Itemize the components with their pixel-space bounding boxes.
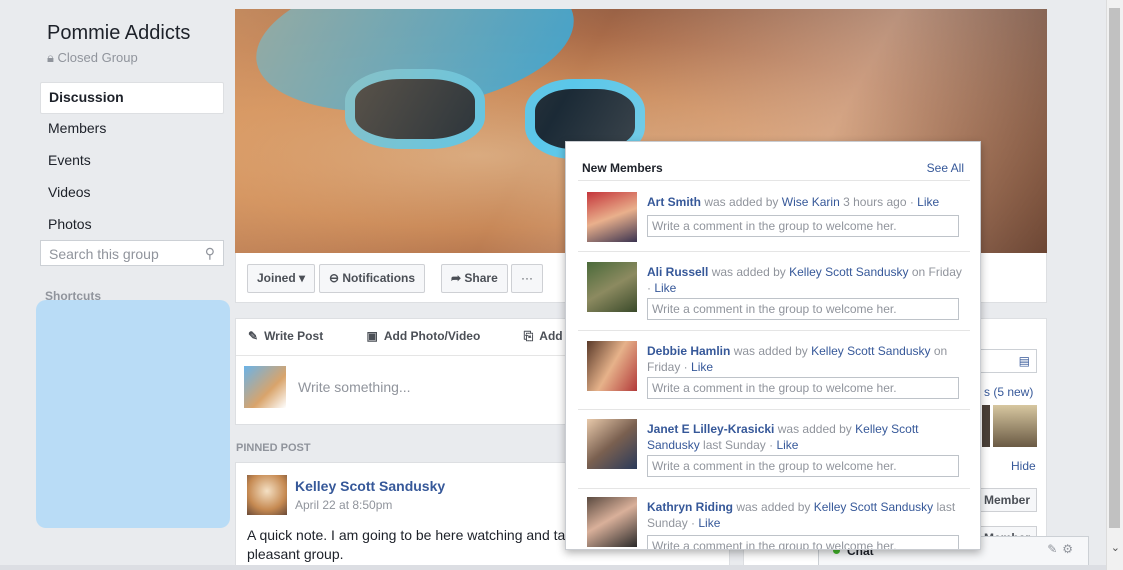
composer-input[interactable]: Write something... [298,379,411,395]
added-by-name[interactable]: Kelley Scott Sandusky [811,344,930,358]
avatar[interactable] [587,192,637,242]
divider [578,409,970,410]
like-link[interactable]: Like [654,281,676,295]
scrollbar[interactable]: ⌄ [1106,0,1123,570]
message-icon: ▤ [1018,354,1030,368]
lock-icon: 🔒︎ [47,50,58,65]
write-post-label: Write Post [264,329,324,343]
new-members-count[interactable]: s (5 new) [984,385,1033,399]
was-added-by: was added by [733,344,808,358]
share-button[interactable]: ➦ Share [441,264,508,293]
member-when: 3 hours ago [843,195,907,209]
notifications-button[interactable]: ⊖ Notifications [319,264,426,293]
welcome-comment-input[interactable]: Write a comment in the group to welcome … [647,298,959,320]
more-button[interactable]: ··· [511,264,543,293]
write-post-tab[interactable]: ✎ Write Post [248,329,343,343]
member-when: on Friday [911,265,962,279]
share-label: Share [464,271,498,285]
member-name[interactable]: Ali Russell [647,265,708,279]
member-when: last Sunday [703,438,766,452]
welcome-comment-input[interactable]: Write a comment in the group to welcome … [647,535,959,549]
nav-members[interactable]: Members [40,114,224,146]
top-strip [0,0,1123,9]
group-title[interactable]: Pommie Addicts [47,22,190,45]
divider [578,251,970,252]
was-added-by: was added by [777,422,852,436]
welcome-comment-input[interactable]: Write a comment in the group to welcome … [647,455,959,477]
pinned-post-label: PINNED POST [236,442,311,454]
member-thumb[interactable] [993,405,1037,447]
member-text: Kathryn Riding was added by Kelley Scott… [647,500,956,530]
like-link[interactable]: Like [917,195,939,209]
joined-button[interactable]: Joined ▾ [247,264,316,293]
member-text: Janet E Lilley-Krasicki was added by Kel… [647,422,919,452]
nav-videos[interactable]: Videos [40,178,224,210]
redacted-shortcuts [36,300,230,528]
hide-link[interactable]: Hide [1011,459,1036,473]
was-added-by: was added by [704,195,779,209]
was-added-by: was added by [711,265,786,279]
scroll-thumb[interactable] [1109,8,1120,528]
was-added-by: was added by [736,500,811,514]
added-by-name[interactable]: Wise Karin [782,195,840,209]
member-name[interactable]: Art Smith [647,195,701,209]
divider [578,488,970,489]
like-link[interactable]: Like [691,360,713,374]
nav-events[interactable]: Events [40,146,224,178]
notifications-label: Notifications [342,271,416,285]
camera-icon: ▣ [366,329,378,343]
member-name[interactable]: Debbie Hamlin [647,344,730,358]
member-text: Art Smith was added by Wise Karin 3 hour… [647,195,940,209]
see-all-link[interactable]: See All [927,161,964,175]
member-name[interactable]: Kathryn Riding [647,500,733,514]
add-photo-tab[interactable]: ▣ Add Photo/Video [367,329,501,343]
group-nav: Discussion Members Events Videos Photos [40,82,224,242]
search-placeholder: Search this group [49,246,159,262]
avatar[interactable] [247,475,287,515]
avatar[interactable] [587,341,637,391]
avatar[interactable] [587,419,637,469]
added-by-name[interactable]: Kelley Scott Sandusky [814,500,933,514]
divider [578,330,970,331]
nav-discussion[interactable]: Discussion [40,82,224,114]
add-photo-label: Add Photo/Video [383,329,481,343]
chevron-down-icon[interactable]: ⌄ [1111,541,1120,554]
member-text: Ali Russell was added by Kelley Scott Sa… [647,265,962,295]
file-icon: ⎘ [523,329,534,343]
post-timestamp[interactable]: April 22 at 8:50pm [295,498,392,512]
group-search-input[interactable]: Search this group ⚲ [40,240,224,266]
avatar[interactable] [587,497,637,547]
bottom-edge [0,565,1106,570]
notifications-icon: ⊖ [329,271,343,285]
member-button[interactable]: Member [977,488,1037,512]
welcome-comment-input[interactable]: Write a comment in the group to welcome … [647,215,959,237]
added-by-name[interactable]: Kelley Scott Sandusky [789,265,908,279]
like-link[interactable]: Like [698,516,720,530]
pencil-icon: ✎ [248,329,259,343]
post-author[interactable]: Kelley Scott Sandusky [295,478,445,494]
member-name[interactable]: Janet E Lilley-Krasicki [647,422,774,436]
like-link[interactable]: Like [776,438,798,452]
member-thumb[interactable] [982,405,990,447]
new-members-popup: New Members See All Art Smith was added … [565,141,981,550]
search-icon[interactable]: ⚲ [205,245,215,262]
share-icon: ➦ [451,271,465,285]
welcome-comment-input[interactable]: Write a comment in the group to welcome … [647,377,959,399]
group-privacy-label: Closed Group [57,50,138,65]
chat-options-icon[interactable]: ✎⚙ [1047,542,1078,556]
divider [578,180,970,181]
nav-photos[interactable]: Photos [40,210,224,242]
member-text: Debbie Hamlin was added by Kelley Scott … [647,344,948,374]
avatar[interactable] [587,262,637,312]
popup-title: New Members [582,161,663,175]
group-privacy: 🔒︎ Closed Group [47,50,138,66]
avatar [244,366,286,408]
